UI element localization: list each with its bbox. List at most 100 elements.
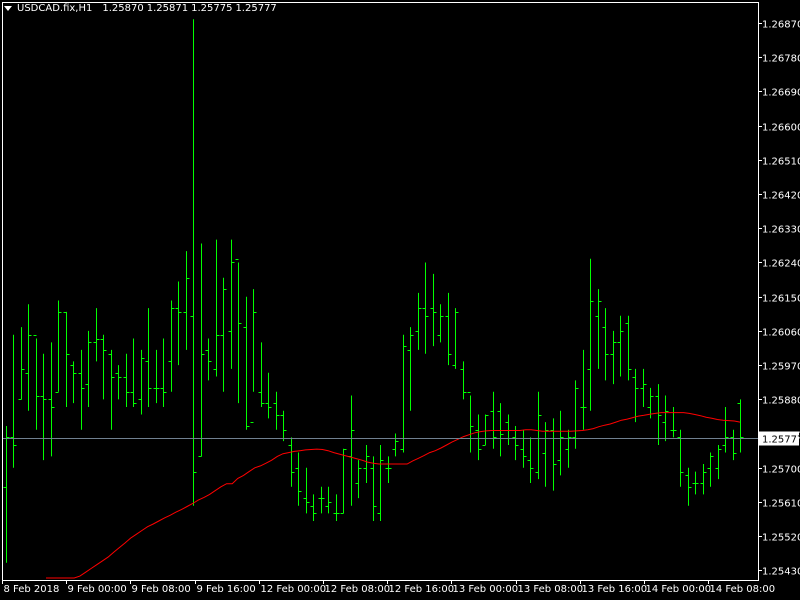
ohlc-bar (243, 296, 250, 430)
ohlc-bar (70, 361, 77, 404)
current-price-marker: 1.25777 (759, 431, 800, 446)
ohlc-bar (288, 437, 295, 487)
price-tick-label: 1.25520 (762, 533, 800, 544)
ohlc-bar (737, 399, 744, 453)
price-tick-label: 1.26510 (762, 157, 800, 168)
ohlc-bar (407, 327, 414, 411)
price-tick-label: 1.25880 (762, 396, 800, 407)
ohlc-bar (490, 391, 497, 449)
low-value: 1.25775 (191, 3, 233, 14)
ohlc-bars (3, 19, 744, 563)
ohlc-bar (670, 406, 677, 438)
price-tick-label: 1.26870 (762, 20, 800, 31)
ohlc-bar (565, 429, 572, 468)
ohlc-bar (662, 395, 669, 442)
ohlc-bar (130, 338, 137, 407)
ohlc-bar (153, 349, 160, 404)
ohlc-bar (475, 414, 482, 461)
ohlc-bar (123, 353, 130, 407)
ohlc-bar (707, 452, 714, 487)
ohlc-bar (542, 422, 549, 487)
ohlc-bar (228, 239, 235, 369)
price-tick-label: 1.25700 (762, 465, 800, 476)
price-tick-label: 1.25610 (762, 499, 800, 510)
ohlc-bar (505, 414, 512, 445)
ohlc-bar (617, 315, 624, 377)
price-tick-label: 1.26150 (762, 294, 800, 305)
dropdown-triangle-icon[interactable] (4, 6, 12, 11)
ohlc-bar (437, 304, 444, 343)
open-value: 1.25870 (102, 3, 144, 14)
price-tick-label: 1.26240 (762, 259, 800, 270)
ohlc-bar (168, 300, 175, 392)
ohlc-bar (392, 433, 399, 457)
time-tick-label: 14 Feb 00:00 (646, 584, 712, 595)
ohlc-bar (640, 368, 647, 407)
time-tick-label: 8 Feb 2018 (4, 584, 60, 595)
ohlc-bar (527, 437, 534, 483)
ohlc-bar (340, 448, 347, 514)
ohlc-bar (512, 425, 519, 461)
ohlc-bar (430, 273, 437, 347)
ohlc-bar (205, 338, 212, 381)
ohlc-bar (220, 277, 227, 392)
time-tick-label: 12 Feb 08:00 (325, 584, 391, 595)
ohlc-bar (280, 410, 287, 442)
moving-average-line (46, 412, 741, 579)
ohlc-bar (145, 308, 152, 407)
ohlc-bar (557, 410, 564, 476)
ohlc-bar (730, 429, 737, 461)
price-tick-label: 1.25970 (762, 362, 800, 373)
ohlc-bar (138, 349, 145, 415)
ohlc-bar (460, 361, 467, 400)
price-chart[interactable]: 1.26870 1.26780 1.26690 1.26600 1.26510 1.264… (0, 0, 800, 600)
high-value: 1.25871 (146, 3, 189, 14)
ohlc-bar (183, 251, 190, 350)
ohlc-bar (250, 289, 257, 423)
ohlc-bar (692, 471, 699, 495)
price-tick-label: 1.25430 (762, 567, 800, 578)
ohlc-bar (48, 342, 55, 457)
ohlc-bar (363, 444, 370, 483)
ohlc-bar (497, 403, 504, 457)
ohlc-bar (520, 429, 527, 468)
time-axis: 8 Feb 2018 9 Feb 00:00 9 Feb 08:00 9 Feb 16… (2, 580, 775, 595)
ohlc-bar (93, 308, 100, 362)
ohlc-bar (303, 467, 310, 514)
price-tick-label: 1.26420 (762, 191, 800, 202)
ohlc-bar (325, 486, 332, 514)
ohlc-bar (625, 315, 632, 381)
ohlc-bar (115, 365, 122, 400)
ohlc-bar (415, 292, 422, 350)
ohlc-bar (258, 342, 265, 407)
price-tick-label: 1.26690 (762, 88, 800, 99)
ohlc-bar (310, 494, 317, 521)
ohlc-bar (25, 304, 32, 411)
time-tick-label: 9 Feb 00:00 (68, 584, 127, 595)
ohlc-bar (535, 391, 542, 480)
ohlc-bar (632, 368, 639, 423)
ohlc-bar (482, 414, 489, 446)
time-tick-label: 13 Feb 16:00 (582, 584, 648, 595)
ohlc-bar (265, 372, 272, 419)
ohlc-bar (602, 308, 609, 381)
ohlc-bar (722, 406, 729, 453)
ohlc-bar (700, 463, 707, 495)
ohlc-bar (273, 391, 280, 430)
ohlc-bar (355, 460, 362, 499)
ohlc-bar (550, 418, 557, 491)
ohlc-bar (213, 239, 220, 377)
price-tick-label: 1.26600 (762, 123, 800, 134)
ohlc-bar (108, 349, 115, 430)
price-tick-label: 1.26330 (762, 225, 800, 236)
time-tick-label: 9 Feb 08:00 (132, 584, 191, 595)
ohlc-bar (610, 330, 617, 385)
ohlc-bar (235, 259, 242, 404)
ohlc-bar (190, 19, 197, 506)
time-tick-label: 13 Feb 08:00 (518, 584, 584, 595)
ohlc-bar (452, 308, 459, 369)
ohlc-bar (3, 425, 10, 563)
ohlc-bar (10, 334, 17, 468)
ohlc-bar (422, 262, 429, 354)
ohlc-bar (198, 243, 205, 457)
